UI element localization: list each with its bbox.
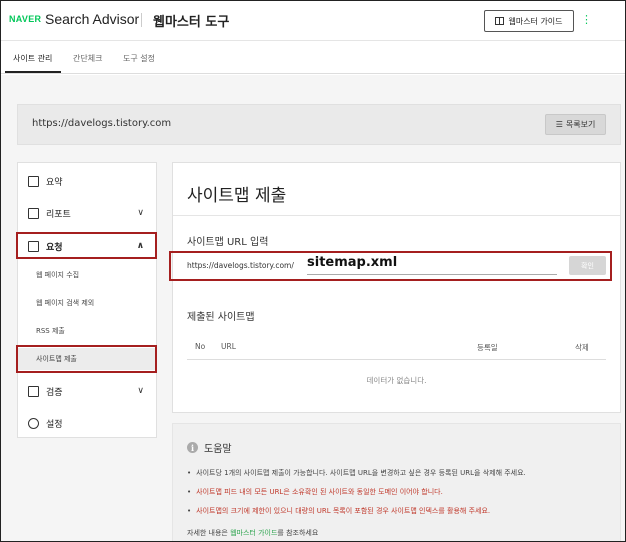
- list-view-label: 목록보기: [565, 120, 596, 129]
- top-header: NAVER Search Advisor 웹마스터 도구 웹마스터 가이드 ⋮: [1, 1, 625, 41]
- column-header-url: URL: [221, 342, 236, 351]
- divider: [173, 215, 620, 216]
- highlight-request: [16, 232, 157, 259]
- chevron-down-icon: ∨: [137, 386, 144, 396]
- help-title: i 도움말: [187, 440, 232, 455]
- sidebar-item-verify[interactable]: 검증 ∨: [18, 378, 156, 404]
- webmaster-guide-button[interactable]: 웹마스터 가이드: [484, 10, 574, 32]
- chevron-down-icon: ∨: [137, 208, 144, 218]
- help-title-text: 도움말: [204, 444, 232, 455]
- info-icon: i: [187, 442, 198, 453]
- help-item-warning: • 사이트맵의 크기에 제한이 있으니 대량의 URL 목록이 포함된 경우 사이…: [187, 507, 491, 515]
- sidebar-item-summary[interactable]: 요약: [18, 168, 156, 194]
- sidebar-subitem-search-exclude[interactable]: 웹 페이지 검색 제외: [18, 292, 156, 314]
- highlight-sitemap-submit: [16, 345, 157, 373]
- column-header-date: 등록일: [477, 343, 498, 352]
- webmaster-guide-label: 웹마스터 가이드: [508, 16, 563, 26]
- sidebar-item-label: 리포트: [46, 209, 71, 220]
- tab-bar: 사이트 관리 간단체크 도구 설정: [1, 41, 625, 74]
- more-menu-icon[interactable]: ⋮: [581, 13, 592, 26]
- sidebar-item-settings[interactable]: 설정: [18, 410, 156, 436]
- page-content: https://davelogs.tistory.com ☰ 목록보기 요약 리…: [1, 75, 625, 541]
- page-title: 사이트맵 제출: [187, 186, 287, 206]
- tab-quick-check[interactable]: 간단체크: [73, 53, 102, 64]
- webmaster-guide-link[interactable]: 웹마스터 가이드: [230, 529, 277, 537]
- help-item-warning: • 사이트맵 피드 내의 모든 URL은 소유확인 된 사이트와 동일한 도메인 …: [187, 488, 443, 496]
- help-footer: 자세한 내용은 웹마스터 가이드를 참조하세요: [187, 529, 319, 537]
- sidebar-item-label: 설정: [46, 419, 63, 430]
- submitted-sitemaps-title: 제출된 사이트맵: [187, 312, 255, 323]
- sitemap-panel: 사이트맵 제출 사이트맵 URL 입력 https://davelogs.tis…: [172, 162, 621, 413]
- site-url: https://davelogs.tistory.com: [32, 118, 172, 129]
- tab-site-management[interactable]: 사이트 관리: [13, 53, 52, 64]
- brand-title[interactable]: Search Advisor: [45, 11, 139, 27]
- site-url-bar: https://davelogs.tistory.com ☰ 목록보기: [17, 104, 621, 145]
- help-item: • 사이트당 1개의 사이트맵 제출이 가능합니다. 사이트맵 URL을 변경하고…: [187, 469, 526, 477]
- list-view-button[interactable]: ☰ 목록보기: [545, 114, 606, 135]
- chart-icon: [28, 207, 39, 219]
- empty-table-message: 데이터가 없습니다.: [366, 376, 427, 385]
- gear-icon: [28, 417, 39, 429]
- header-divider: [141, 13, 142, 27]
- document-icon: [28, 175, 39, 187]
- tab-tool-settings[interactable]: 도구 설정: [123, 53, 155, 64]
- page-section-title: 웹마스터 도구: [153, 15, 230, 30]
- sidebar: 요약 리포트 ∨ 요청 ∧ 웹 페이지 수집 웹 페이지 검색 제외 RSS 제…: [17, 162, 157, 438]
- table-divider: [187, 359, 606, 360]
- sidebar-item-report[interactable]: 리포트 ∨: [18, 200, 156, 226]
- column-header-no: No: [195, 342, 206, 351]
- book-icon: [495, 17, 505, 25]
- column-header-delete: 삭제: [575, 343, 589, 352]
- sitemap-url-label: 사이트맵 URL 입력: [187, 237, 269, 248]
- sidebar-item-label: 검증: [46, 387, 63, 398]
- active-tab-indicator: [5, 71, 61, 73]
- sidebar-item-label: 요약: [46, 177, 63, 188]
- swap-icon: [28, 385, 39, 397]
- help-panel: i 도움말 • 사이트당 1개의 사이트맵 제출이 가능합니다. 사이트맵 URL…: [172, 423, 621, 541]
- highlight-sitemap-input: [169, 251, 612, 281]
- sidebar-subitem-page-crawl[interactable]: 웹 페이지 수집: [18, 264, 156, 286]
- sidebar-subitem-rss-submit[interactable]: RSS 제출: [18, 320, 156, 342]
- app-window: NAVER Search Advisor 웹마스터 도구 웹마스터 가이드 ⋮ …: [0, 0, 626, 542]
- list-icon: ☰: [555, 120, 563, 129]
- naver-logo[interactable]: NAVER: [9, 14, 41, 24]
